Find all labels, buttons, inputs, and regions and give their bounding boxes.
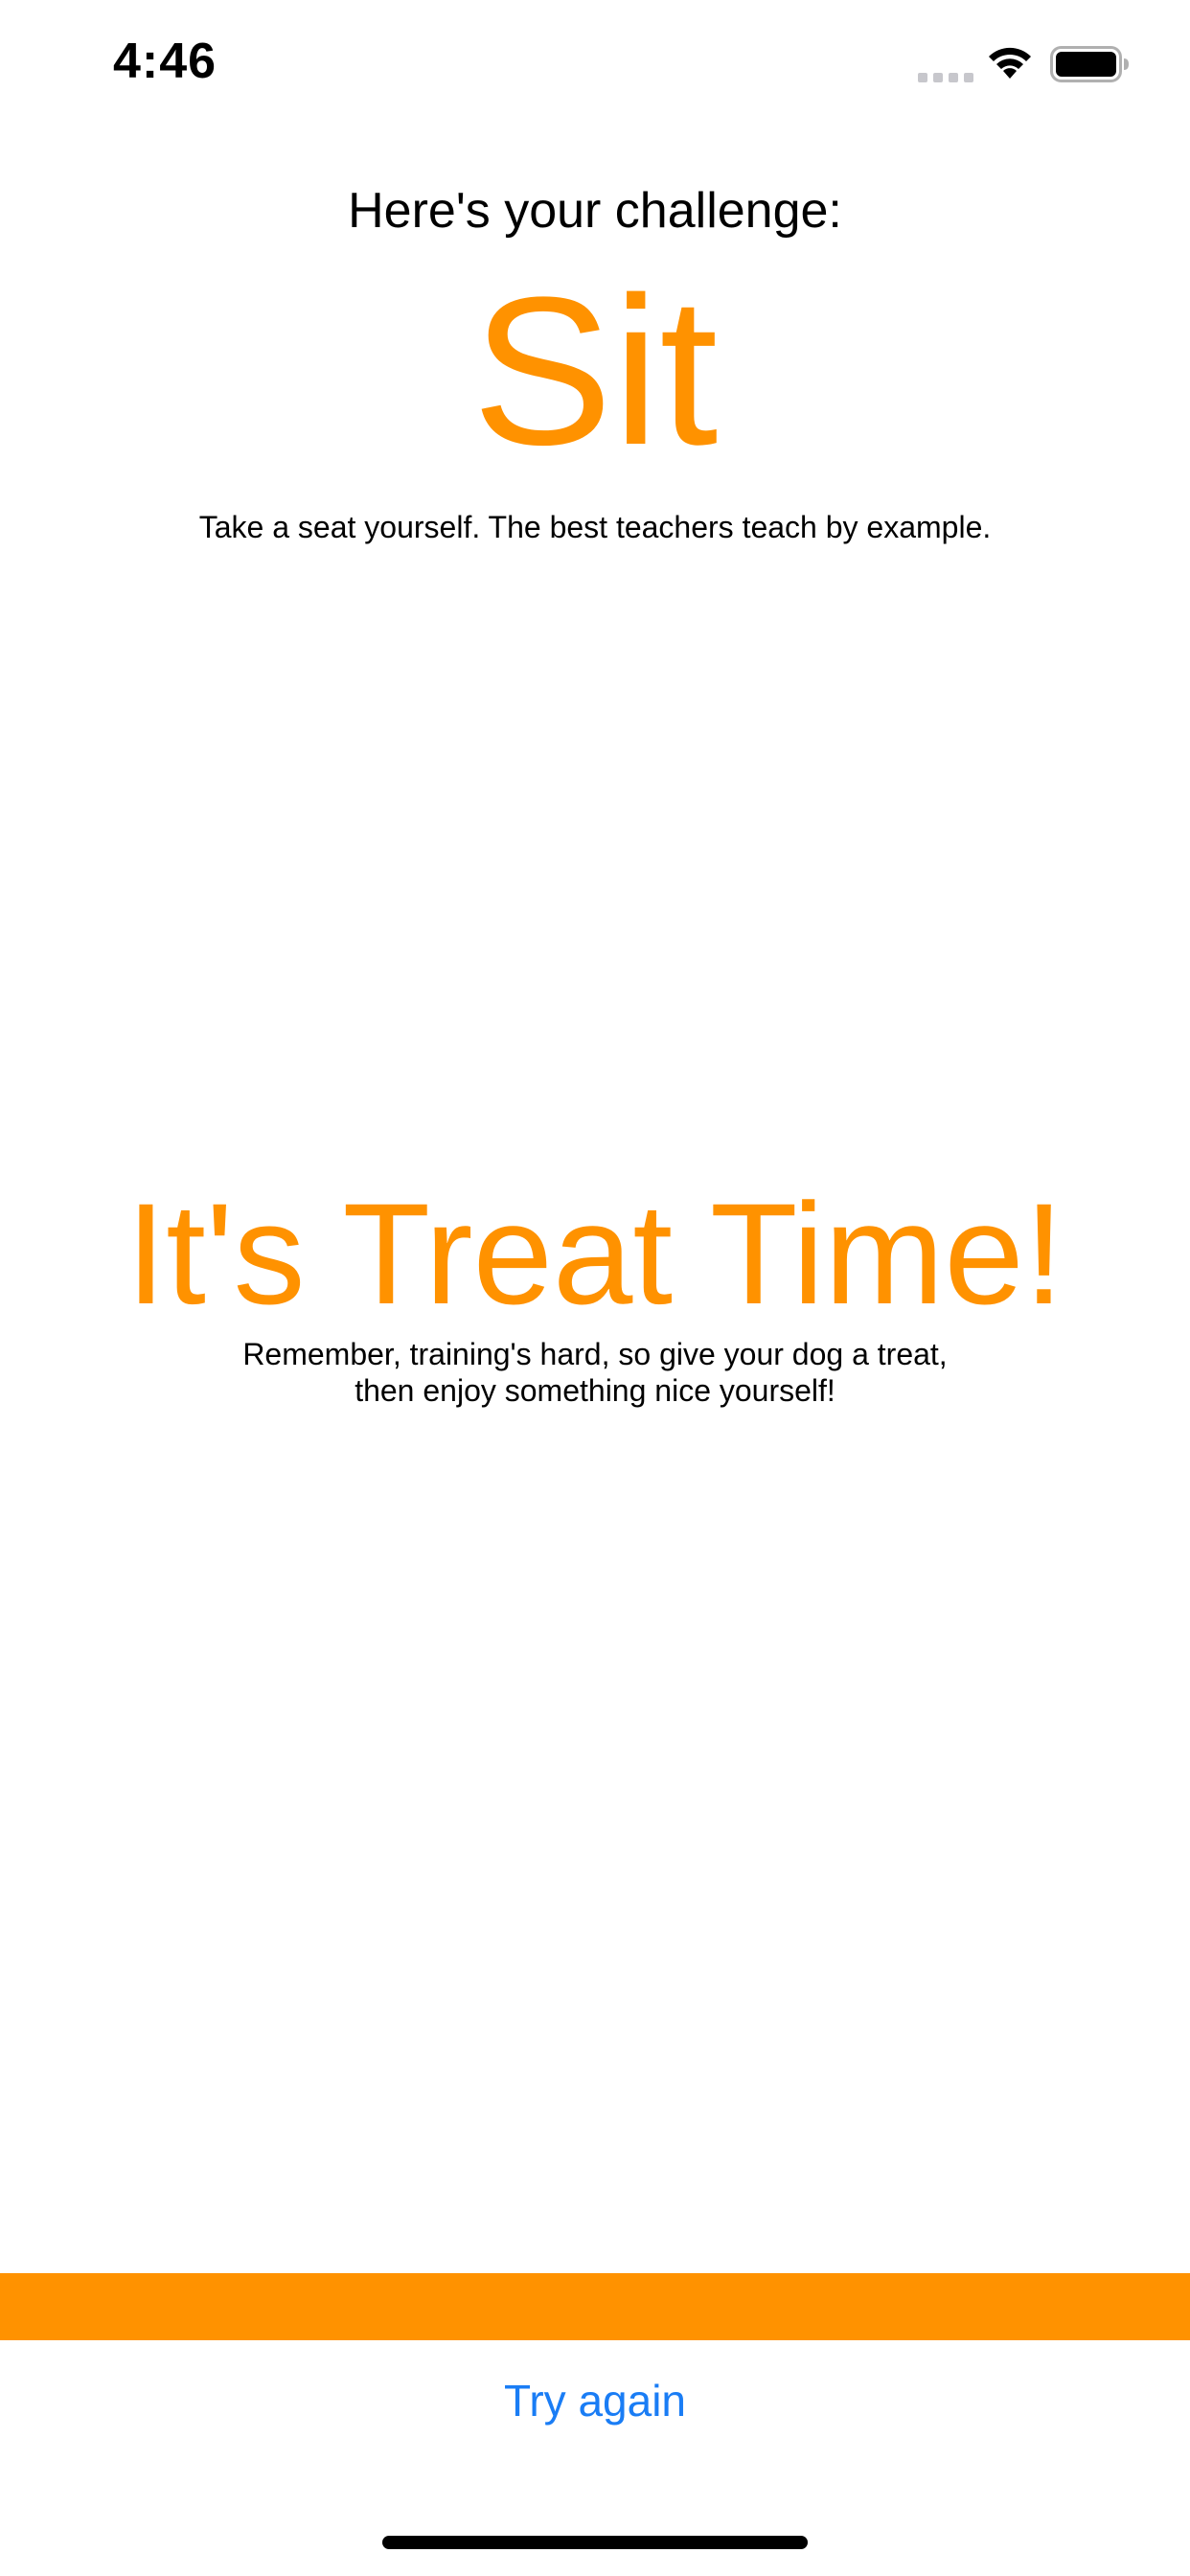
screen: 4:46 Here's your challenge: Sit Take a s… — [0, 0, 1190, 2576]
accent-bar — [0, 2273, 1190, 2340]
challenge-heading: Here's your challenge: — [348, 183, 842, 239]
cellular-signal-icon — [918, 73, 973, 82]
treat-message-line-2: then enjoy something nice yourself! — [355, 1373, 835, 1408]
wifi-icon — [989, 47, 1031, 79]
treat-message-line-1: Remember, training's hard, so give your … — [242, 1337, 948, 1371]
battery-icon — [1050, 46, 1129, 82]
status-time: 4:46 — [113, 34, 217, 89]
status-bar: 4:46 — [0, 0, 1190, 134]
challenge-command: Sit — [471, 253, 719, 489]
try-again-button[interactable]: Try again — [451, 2367, 739, 2434]
challenge-description: Take a seat yourself. The best teachers … — [198, 510, 992, 544]
treat-title: It's Treat Time! — [126, 1173, 1064, 1334]
treat-message: Remember, training's hard, so give your … — [0, 1336, 1190, 1409]
home-indicator[interactable] — [382, 2536, 808, 2549]
